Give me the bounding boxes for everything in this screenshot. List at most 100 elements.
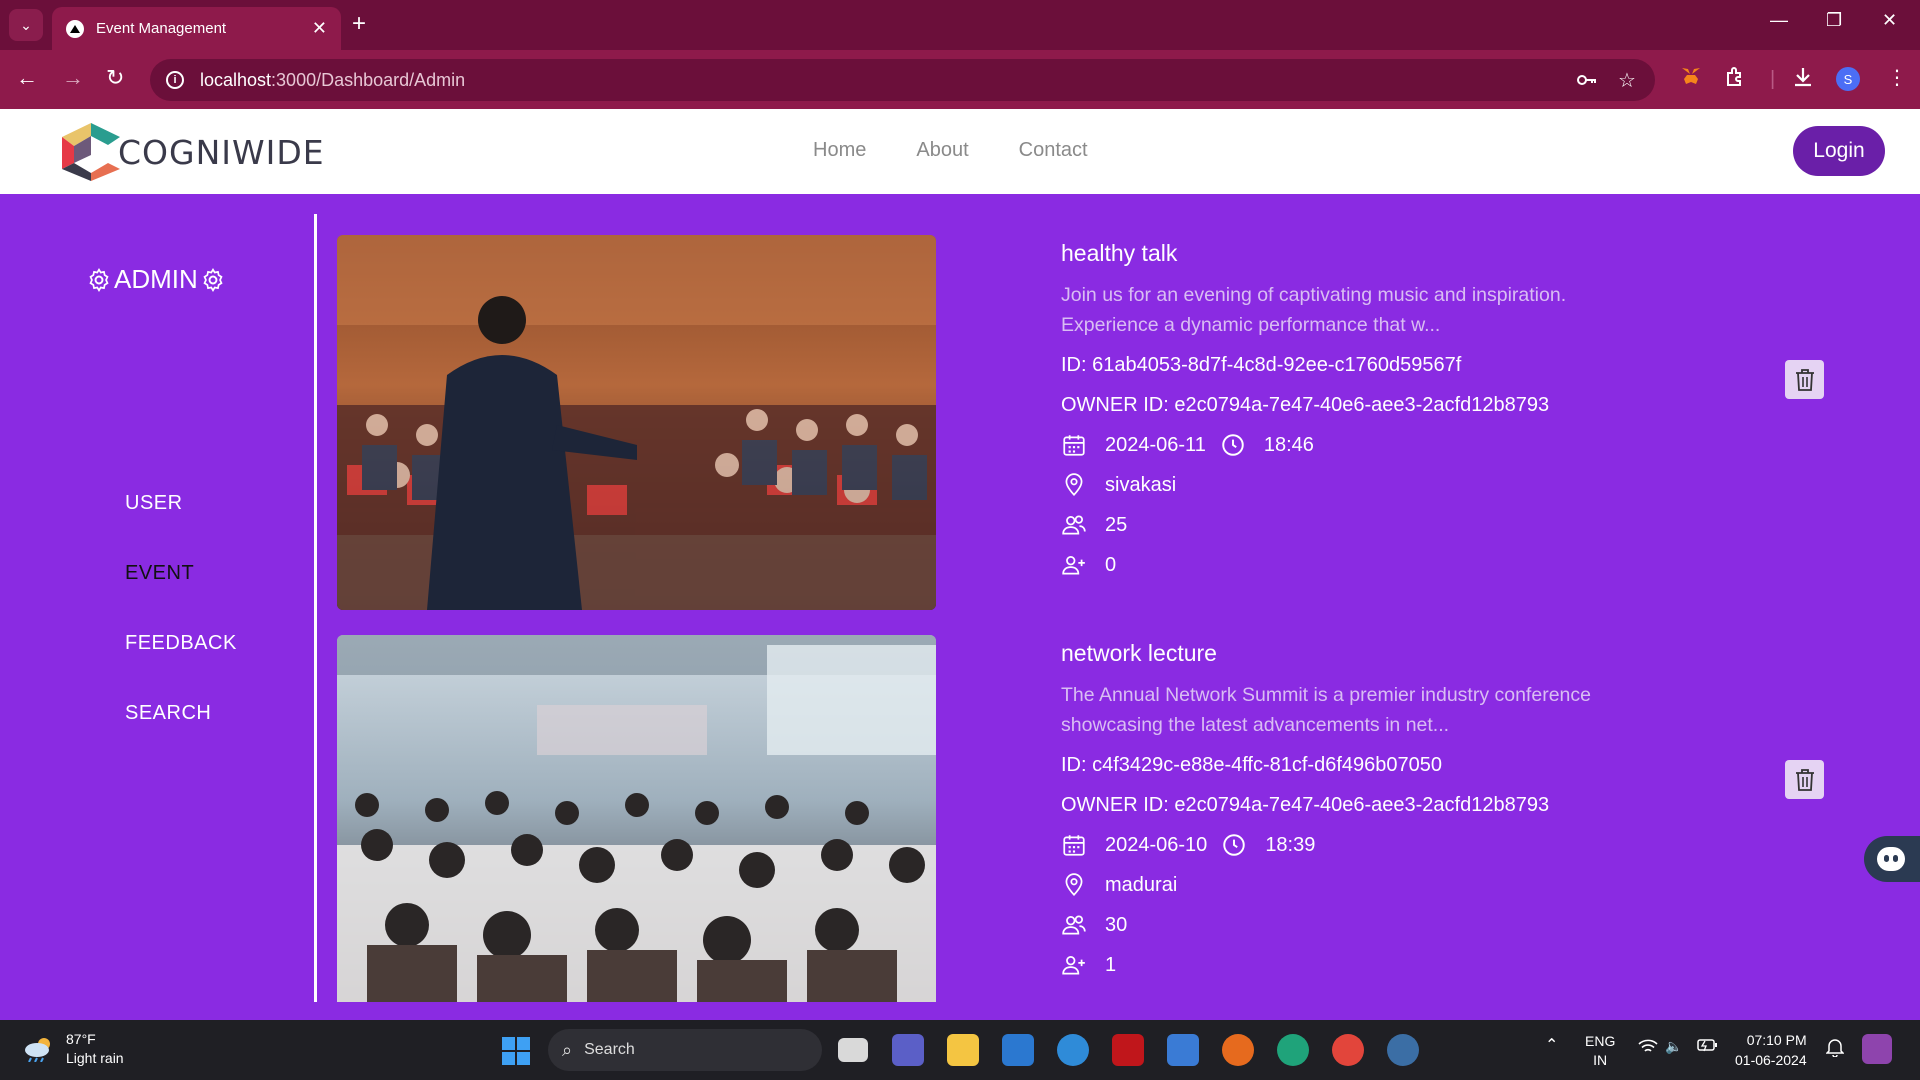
assistant-chat-button[interactable] (1864, 836, 1920, 882)
volume-icon[interactable]: 🔈 (1665, 1037, 1682, 1056)
mobile-app-icon[interactable] (1002, 1034, 1034, 1066)
edge-icon[interactable] (1277, 1034, 1309, 1066)
tab-search-button[interactable]: ⌄ (9, 9, 43, 41)
metamask-extension-icon[interactable] (1680, 65, 1702, 95)
sidebar-item-feedback[interactable]: FEEDBACK (125, 632, 237, 655)
event-owner-id: OWNER ID: e2c0794a-7e47-40e6-aee3-2acfd1… (1061, 794, 1550, 816)
chrome-icon[interactable] (1332, 1034, 1364, 1066)
trash-icon (1795, 768, 1814, 791)
gear-icon (89, 267, 109, 292)
site-header: COGNIWIDE Home About Contact Login (0, 109, 1920, 194)
event-description: Join us for an evening of captivating mu… (1061, 280, 1681, 340)
trash-icon (1795, 368, 1814, 391)
event-time: 18:39 (1265, 833, 1316, 856)
logo-text: COGNIWIDE (118, 132, 325, 172)
battery-icon[interactable] (1697, 1037, 1717, 1058)
admin-title: ADMIN (86, 264, 226, 295)
file-explorer-icon[interactable] (947, 1034, 979, 1066)
nav-home-link[interactable]: Home (813, 139, 866, 162)
download-icon[interactable] (1791, 65, 1815, 97)
password-key-icon[interactable] (1575, 59, 1599, 101)
event-description: The Annual Network Summit is a premier i… (1061, 680, 1681, 740)
wifi-icon[interactable] (1638, 1039, 1658, 1060)
sidebar-item-user[interactable]: USER (125, 492, 183, 515)
site-info-icon[interactable]: i (166, 71, 184, 89)
delete-event-button[interactable] (1785, 760, 1824, 799)
event-registered: 0 (1105, 553, 1117, 576)
notification-bell-icon[interactable] (1825, 1037, 1845, 1062)
calendar-icon (1063, 835, 1085, 856)
copilot-icon[interactable] (1862, 1034, 1892, 1064)
clock-time: 07:10 PM (1746, 1032, 1807, 1048)
taskbar-search-input[interactable]: ⌕ Search (548, 1029, 822, 1071)
event-location: madurai (1105, 873, 1178, 896)
back-icon[interactable]: ← (16, 65, 38, 91)
event-capacity: 25 (1105, 513, 1128, 536)
assistant-bot-icon (1877, 847, 1905, 871)
microsoft-store-icon[interactable] (1167, 1034, 1199, 1066)
event-registered-row: 0 (1061, 552, 1116, 578)
restore-icon[interactable]: ❐ (1826, 10, 1842, 31)
weather-temp: 87°F (66, 1031, 96, 1047)
new-tab-button[interactable]: + (352, 10, 366, 38)
clock-icon (1223, 834, 1246, 856)
windows-taskbar: 87°F Light rain ⌕ Search ⌃ ENG IN 🔈 07:1… (0, 1020, 1920, 1080)
event-title: healthy talk (1061, 240, 1178, 266)
event-image-conference-audience (337, 635, 936, 1002)
tab-favicon-icon (66, 19, 84, 38)
browser-menu-icon[interactable]: ⋮ (1887, 64, 1907, 92)
users-icon (1062, 515, 1086, 535)
cogniwide-logo[interactable]: COGNIWIDE (58, 119, 325, 185)
tab-close-icon[interactable]: ✕ (312, 18, 327, 39)
user-plus-icon (1062, 556, 1085, 575)
url-input[interactable]: i localhost:3000/Dashboard/Admin ☆ (150, 59, 1655, 101)
admin-dashboard: ADMIN USER EVENT FEEDBACK SEARCH healthy… (0, 194, 1920, 1020)
event-capacity: 30 (1105, 913, 1128, 936)
users-icon (1062, 915, 1086, 935)
task-view-icon[interactable] (838, 1038, 868, 1062)
taskbar-search-label: Search (584, 1041, 635, 1058)
event-id: ID: 61ab4053-8d7f-4c8d-92ee-c1760d59567f (1061, 354, 1462, 376)
event-datetime: 2024-06-10 18:39 (1061, 832, 1315, 858)
profile-avatar[interactable]: S (1836, 67, 1860, 91)
taskbar-clock[interactable]: 07:10 PM 01-06-2024 (1735, 1030, 1807, 1070)
gear-icon (203, 267, 223, 292)
show-hidden-icons-chevron-icon[interactable]: ⌃ (1545, 1036, 1558, 1055)
language-indicator[interactable]: ENG IN (1585, 1032, 1615, 1070)
url-path: :3000/Dashboard/Admin (271, 69, 466, 90)
nav-about-link[interactable]: About (916, 139, 968, 162)
teams-icon[interactable] (892, 1034, 924, 1066)
postgresql-icon[interactable] (1387, 1034, 1419, 1066)
extensions-puzzle-icon[interactable] (1724, 65, 1748, 97)
firefox-icon[interactable] (1222, 1034, 1254, 1066)
event-description-line: Experience a dynamic performance that w.… (1061, 314, 1441, 336)
mcafee-icon[interactable] (1112, 1034, 1144, 1066)
calendar-icon (1063, 435, 1085, 456)
event-owner-id: OWNER ID: e2c0794a-7e47-40e6-aee3-2acfd1… (1061, 394, 1550, 416)
event-datetime: 2024-06-11 18:46 (1061, 432, 1314, 458)
url-host: localhost (200, 69, 272, 90)
window-close-icon[interactable]: ✕ (1882, 10, 1897, 31)
browser-tab-bar: ⌄ Event Management ✕ + — ❐ ✕ (0, 0, 1920, 50)
event-date: 2024-06-10 (1105, 833, 1208, 856)
minimize-icon[interactable]: — (1770, 10, 1788, 31)
browser-tab[interactable]: Event Management ✕ (52, 7, 341, 50)
login-button[interactable]: Login (1793, 126, 1885, 176)
clock-icon (1222, 434, 1244, 456)
event-location: sivakasi (1105, 473, 1177, 496)
location-pin-icon (1065, 473, 1083, 496)
search-icon: ⌕ (562, 1039, 573, 1060)
delete-event-button[interactable] (1785, 360, 1824, 399)
windows-start-icon[interactable] (502, 1037, 530, 1065)
sidebar-item-search[interactable]: SEARCH (125, 702, 211, 725)
event-image-conference-speaker (337, 235, 936, 610)
reload-icon[interactable]: ↻ (106, 65, 124, 91)
event-registered-row: 1 (1061, 952, 1116, 978)
forward-icon[interactable]: → (62, 65, 84, 91)
event-location-row: sivakasi (1061, 472, 1176, 498)
weather-widget[interactable]: 87°F Light rain (22, 1030, 124, 1068)
sidebar-item-event[interactable]: EVENT (125, 562, 194, 585)
bookmark-star-icon[interactable]: ☆ (1618, 59, 1636, 101)
nav-contact-link[interactable]: Contact (1019, 139, 1088, 162)
get-help-icon[interactable] (1057, 1034, 1089, 1066)
